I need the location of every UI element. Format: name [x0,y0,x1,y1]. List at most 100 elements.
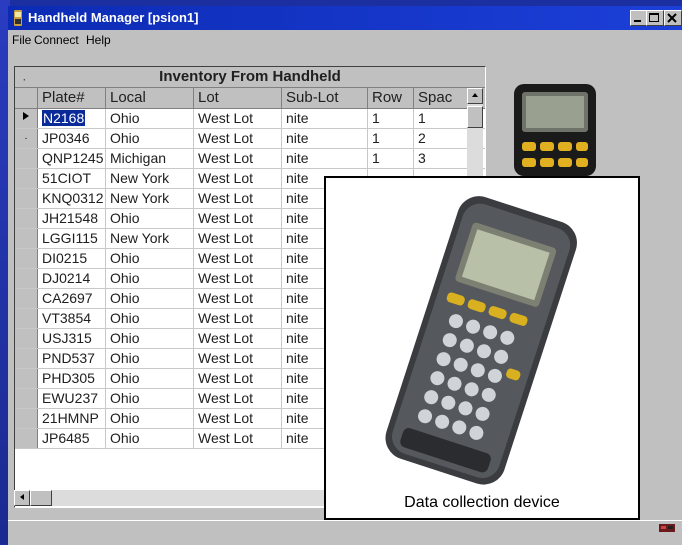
cell-local[interactable]: Michigan [106,149,194,168]
row-selector[interactable]: · [15,129,38,148]
col-header-sublot[interactable]: Sub-Lot [282,88,368,108]
cell-plate[interactable]: JP0346 [38,129,106,148]
cell-plate[interactable]: USJ315 [38,329,106,348]
cell-lot[interactable]: West Lot [194,189,282,208]
col-header-lot[interactable]: Lot [194,88,282,108]
cell-local[interactable]: Ohio [106,409,194,428]
cell-row[interactable]: 1 [368,129,414,148]
cell-lot[interactable]: West Lot [194,329,282,348]
close-button[interactable] [664,10,682,26]
close-icon [667,13,677,23]
title-bar[interactable]: Handheld Manager [psion1] [8,6,682,30]
cell-local[interactable]: Ohio [106,369,194,388]
col-header-row[interactable]: Row [368,88,414,108]
cell-space[interactable]: 3 [414,149,468,168]
cell-plate[interactable]: N2168 [38,109,106,128]
row-selector[interactable] [15,209,38,228]
cell-lot[interactable]: West Lot [194,309,282,328]
cell-lot[interactable]: West Lot [194,209,282,228]
cell-local[interactable]: Ohio [106,109,194,128]
scroll-h-thumb[interactable] [30,490,52,506]
cell-plate[interactable]: EWU237 [38,389,106,408]
cell-plate[interactable]: PHD305 [38,369,106,388]
cell-plate[interactable]: CA2697 [38,289,106,308]
menu-file[interactable]: File [12,33,31,47]
cell-row[interactable]: 1 [368,149,414,168]
row-selector[interactable] [15,149,38,168]
cell-lot[interactable]: West Lot [194,269,282,288]
cell-plate[interactable]: PND537 [38,349,106,368]
row-selector[interactable] [15,369,38,388]
col-header-plate[interactable]: Plate# [38,88,106,108]
table-row[interactable]: QNP1245 Michigan West Lot nite 1 3 [15,149,485,169]
menu-connect[interactable]: Connect [34,33,79,47]
cell-local[interactable]: Ohio [106,429,194,448]
device-photo-card: Data collection device [324,176,640,520]
row-selector[interactable] [15,409,38,428]
cell-space[interactable]: 2 [414,129,468,148]
cell-local[interactable]: New York [106,169,194,188]
cell-plate[interactable]: QNP1245 [38,149,106,168]
cell-lot[interactable]: West Lot [194,169,282,188]
table-row[interactable]: N2168 Ohio West Lot nite 1 1 [15,109,485,129]
cell-local[interactable]: New York [106,229,194,248]
maximize-button[interactable] [646,10,664,26]
row-selector[interactable] [15,289,38,308]
cell-plate[interactable]: VT3854 [38,309,106,328]
table-row[interactable]: · JP0346 Ohio West Lot nite 1 2 [15,129,485,149]
cell-lot[interactable]: West Lot [194,409,282,428]
cell-local[interactable]: Ohio [106,349,194,368]
cell-local[interactable]: Ohio [106,269,194,288]
cell-row[interactable]: 1 [368,109,414,128]
cell-local[interactable]: Ohio [106,129,194,148]
cell-lot[interactable]: West Lot [194,429,282,448]
cell-local[interactable]: New York [106,189,194,208]
cell-plate[interactable]: DJ0214 [38,269,106,288]
row-selector[interactable] [15,389,38,408]
cell-plate[interactable]: JP6485 [38,429,106,448]
row-selector[interactable] [15,429,38,448]
row-selector[interactable] [15,309,38,328]
cell-plate[interactable]: 21HMNP [38,409,106,428]
cell-space[interactable]: 1 [414,109,468,128]
col-header-local[interactable]: Local [106,88,194,108]
col-header-space[interactable]: Spac [414,88,468,108]
row-selector[interactable] [15,169,38,188]
network-status-icon[interactable] [658,521,676,535]
cell-lot[interactable]: West Lot [194,349,282,368]
cell-lot[interactable]: West Lot [194,249,282,268]
cell-lot[interactable]: West Lot [194,229,282,248]
cell-plate[interactable]: 51CIOT [38,169,106,188]
cell-local[interactable]: Ohio [106,329,194,348]
cell-lot[interactable]: West Lot [194,129,282,148]
cell-lot[interactable]: West Lot [194,149,282,168]
cell-lot[interactable]: West Lot [194,369,282,388]
cell-local[interactable]: Ohio [106,389,194,408]
horizontal-scrollbar[interactable] [14,490,336,506]
cell-local[interactable]: Ohio [106,209,194,228]
row-selector[interactable] [15,269,38,288]
cell-local[interactable]: Ohio [106,249,194,268]
cell-local[interactable]: Ohio [106,289,194,308]
cell-sublot[interactable]: nite [282,109,368,128]
cell-lot[interactable]: West Lot [194,389,282,408]
cell-sublot[interactable]: nite [282,129,368,148]
scroll-left-button[interactable] [14,490,30,506]
cell-local[interactable]: Ohio [106,309,194,328]
row-selector[interactable] [15,189,38,208]
row-selector[interactable] [15,349,38,368]
cell-lot[interactable]: West Lot [194,109,282,128]
cell-plate[interactable]: KNQ0312 [38,189,106,208]
scroll-thumb[interactable] [467,106,483,128]
row-selector[interactable] [15,229,38,248]
cell-sublot[interactable]: nite [282,149,368,168]
cell-plate[interactable]: LGGI115 [38,229,106,248]
scroll-up-button[interactable] [467,88,483,104]
row-selector[interactable] [15,329,38,348]
row-selector[interactable] [15,109,38,128]
cell-plate[interactable]: DI0215 [38,249,106,268]
cell-lot[interactable]: West Lot [194,289,282,308]
row-selector[interactable] [15,249,38,268]
menu-help[interactable]: Help [86,33,111,47]
cell-plate[interactable]: JH21548 [38,209,106,228]
